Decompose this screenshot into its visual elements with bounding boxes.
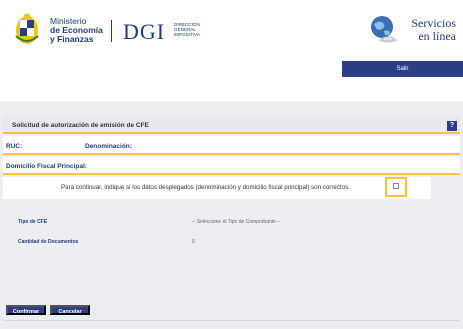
servicios-line-2: en línea xyxy=(418,29,456,43)
denominacion-label: Denominación: xyxy=(85,143,132,150)
tipo-cfe-select[interactable]: -- Seleccione el Tipo de Comprobante -- xyxy=(192,219,281,225)
globe-icon xyxy=(371,16,397,43)
ministry-line-3: y Finanzas xyxy=(50,34,94,44)
ruc-label: RUC: xyxy=(6,143,23,150)
domicilio-row: Domicilio Fiscal Principal: xyxy=(3,157,460,175)
dgi-logo: DGI xyxy=(123,19,166,44)
tipo-cfe-label: Tipo de CFE xyxy=(18,219,48,225)
help-icon[interactable]: ? xyxy=(447,121,457,131)
confirm-row: Para continuar, indique si los datos des… xyxy=(3,177,431,199)
dgi-sub-line-3: Impositiva xyxy=(174,32,200,38)
bottom-divider xyxy=(3,320,460,321)
confirmar-button[interactable]: Confirmar xyxy=(6,305,46,315)
servicios-en-linea: Servicios en línea xyxy=(401,17,456,43)
form-title: Solicitud de autorización de emisión de … xyxy=(12,122,149,129)
page: Ministerio de Economía y Finanzas DGI Di… xyxy=(0,0,463,329)
salir-button[interactable]: Salir xyxy=(342,61,463,77)
domicilio-label: Domicilio Fiscal Principal: xyxy=(6,163,87,170)
confirm-checkbox[interactable] xyxy=(393,183,399,189)
confirm-text: Para continuar, indique si los datos des… xyxy=(61,184,350,191)
cantidad-field[interactable]: 0 xyxy=(192,239,195,245)
header: Ministerio de Economía y Finanzas DGI Di… xyxy=(0,0,463,84)
ministry-name: Ministerio de Economía y Finanzas xyxy=(50,17,103,44)
dgi-subtitle: Dirección General Impositiva xyxy=(174,22,200,38)
header-separator xyxy=(111,20,112,42)
cancelar-button[interactable]: Cancelar xyxy=(50,305,90,315)
form-title-bar: Solicitud de autorización de emisión de … xyxy=(3,117,460,134)
coat-of-arms-icon xyxy=(15,13,39,44)
ruc-row: RUC: Denominación: xyxy=(3,136,460,155)
cantidad-label: Cantidad de Documentos xyxy=(18,239,79,245)
